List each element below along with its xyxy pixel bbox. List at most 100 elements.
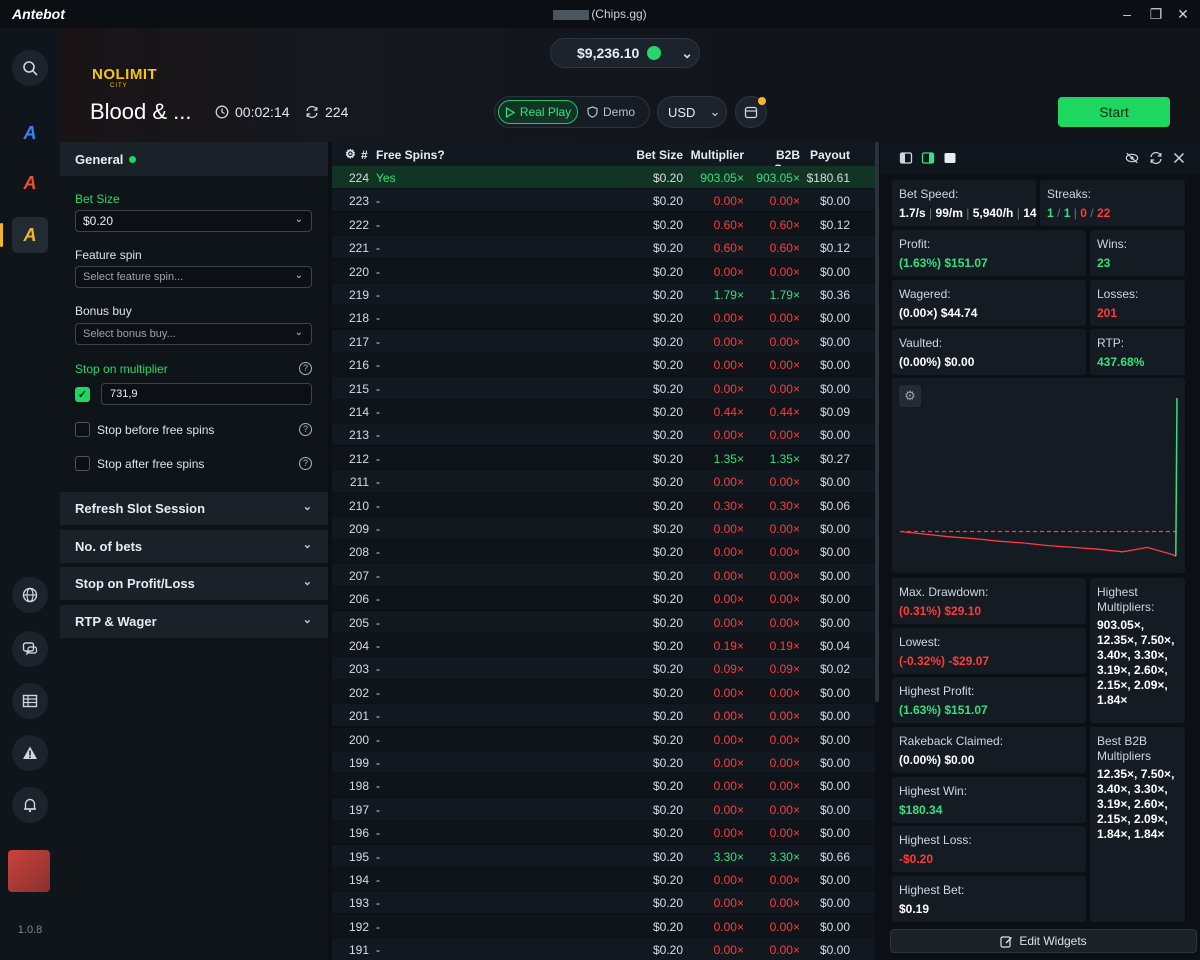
table-scrollbar[interactable] — [875, 142, 879, 702]
sidebar-app-blue-icon[interactable]: A — [14, 117, 46, 149]
provider-logo-sub: CITY — [110, 83, 128, 89]
accordion-rtp-wager[interactable]: RTP & Wager ⌄ — [60, 605, 328, 638]
table-row[interactable]: 206- $0.20 0.00× 0.00× $0.00 — [332, 587, 875, 611]
table-row[interactable]: 208- $0.20 0.00× 0.00× $0.00 — [332, 540, 875, 564]
accordion-label: No. of bets — [75, 539, 143, 554]
cell-free-spins: - — [376, 685, 380, 700]
table-row[interactable]: 216- $0.20 0.00× 0.00× $0.00 — [332, 353, 875, 377]
edit-widgets-button[interactable]: Edit Widgets — [890, 929, 1197, 953]
cell-b2b-sum: 0.00× — [769, 264, 800, 279]
help-icon[interactable]: ? — [299, 362, 312, 375]
cell-multiplier: 0.60× — [713, 241, 744, 256]
table-row[interactable]: 209- $0.20 0.00× 0.00× $0.00 — [332, 517, 875, 540]
demo-button[interactable]: Demo — [587, 105, 635, 119]
chevron-down-icon: ⌄ — [709, 104, 721, 119]
chat-button[interactable] — [12, 631, 48, 667]
close-icon[interactable] — [1172, 151, 1186, 165]
cell-multiplier: 0.00× — [713, 756, 744, 770]
table-row[interactable]: 197- $0.20 0.00× 0.00× $0.00 — [332, 797, 875, 821]
general-section-header[interactable]: General — [60, 142, 328, 176]
eye-off-icon[interactable] — [1125, 151, 1139, 165]
cell-free-spins: - — [376, 194, 380, 209]
table-row[interactable]: 207- $0.20 0.00× 0.00× $0.00 — [332, 563, 875, 587]
globe-button[interactable] — [12, 577, 48, 613]
table-row[interactable]: 202- $0.20 0.00× 0.00× $0.00 — [332, 680, 875, 704]
bet-size-select[interactable]: $0.20 ⌄ — [75, 210, 312, 232]
stop-multiplier-checkbox[interactable]: ✓ — [75, 387, 90, 402]
cell-index: 193 — [348, 896, 369, 911]
table-row[interactable]: 192- $0.20 0.00× 0.00× $0.00 — [332, 914, 875, 938]
table-row[interactable]: 220- $0.20 0.00× 0.00× $0.00 — [332, 259, 875, 283]
minimize-icon[interactable]: – — [1116, 4, 1138, 24]
search-button[interactable] — [12, 50, 48, 86]
bonus-buy-select[interactable]: Select bonus buy... ⌄ — [75, 323, 312, 345]
table-row[interactable]: 196- $0.20 0.00× 0.00× $0.00 — [332, 821, 875, 845]
refresh-icon[interactable] — [1149, 151, 1163, 165]
table-row[interactable]: 224 Yes $0.20 903.05× 903.05× $180.61 — [332, 166, 875, 189]
stop-multiplier-input[interactable]: 731,9 — [101, 383, 312, 405]
cell-free-spins: - — [376, 732, 380, 747]
cell-payout: $0.00 — [819, 194, 850, 209]
cell-index: 223 — [348, 194, 369, 209]
table-row[interactable]: 194- $0.20 0.00× 0.00× $0.00 — [332, 868, 875, 891]
warning-button[interactable] — [12, 735, 48, 771]
sidebar-app-red-icon[interactable]: A — [14, 167, 46, 199]
table-row[interactable]: 205- $0.20 0.00× 0.00× $0.00 — [332, 610, 875, 634]
table-row[interactable]: 203- $0.20 0.09× 0.09× $0.02 — [332, 657, 875, 681]
table-row[interactable]: 221- $0.20 0.60× 0.60× $0.12 — [332, 236, 875, 260]
table-row[interactable]: 223- $0.20 0.00× 0.00× $0.00 — [332, 189, 875, 213]
table-row[interactable]: 198- $0.20 0.00× 0.00× $0.00 — [332, 774, 875, 798]
highest-loss-value: -$0.20 — [899, 852, 934, 866]
stop-after-free-spins-checkbox[interactable] — [75, 456, 90, 471]
currency-select[interactable]: USD ⌄ — [657, 96, 727, 128]
vaulted-card: Vaulted: (0.00%) $0.00 — [892, 329, 1086, 375]
accordion-stop-on-profit-loss[interactable]: Stop on Profit/Loss ⌄ — [60, 567, 328, 600]
settings-gear-icon[interactable]: ⚙ — [345, 147, 356, 161]
sidebar-app-yellow-icon[interactable]: A — [12, 217, 48, 253]
table-row[interactable]: 200- $0.20 0.00× 0.00× $0.00 — [332, 727, 875, 751]
layout-full-icon[interactable] — [943, 151, 957, 165]
layout-right-icon[interactable] — [921, 151, 935, 165]
cell-bet-size: $0.20 — [652, 943, 683, 958]
feature-spin-select[interactable]: Select feature spin... ⌄ — [75, 266, 312, 288]
table-row[interactable]: 201- $0.20 0.00× 0.00× $0.00 — [332, 704, 875, 728]
table-row[interactable]: 222- $0.20 0.60× 0.60× $0.12 — [332, 212, 875, 236]
help-icon[interactable]: ? — [299, 423, 312, 436]
real-play-button[interactable]: Real Play — [498, 100, 578, 124]
layout-left-icon[interactable] — [899, 151, 913, 165]
table-row[interactable]: 219- $0.20 1.79× 1.79× $0.36 — [332, 283, 875, 306]
balance-selector[interactable]: $9,236.10 ⌄ — [550, 38, 700, 68]
accordion-refresh-slot-session[interactable]: Refresh Slot Session ⌄ — [60, 492, 328, 525]
bonus-buy-label: Bonus buy — [75, 304, 132, 318]
table-row[interactable]: 212- $0.20 1.35× 1.35× $0.27 — [332, 446, 875, 470]
table-row[interactable]: 217- $0.20 0.00× 0.00× $0.00 — [332, 329, 875, 353]
start-button[interactable]: Start — [1058, 97, 1170, 127]
restore-icon[interactable]: ❐ — [1145, 4, 1167, 24]
table-row[interactable]: 204- $0.20 0.19× 0.19× $0.04 — [332, 634, 875, 657]
table-row[interactable]: 199- $0.20 0.00× 0.00× $0.00 — [332, 751, 875, 774]
table-row[interactable]: 210- $0.20 0.30× 0.30× $0.06 — [332, 493, 875, 517]
table-row[interactable]: 214- $0.20 0.44× 0.44× $0.09 — [332, 400, 875, 423]
notifications-button[interactable] — [12, 787, 48, 823]
table-row[interactable]: 213- $0.20 0.00× 0.00× $0.00 — [332, 423, 875, 447]
cell-bet-size: $0.20 — [652, 709, 683, 724]
table-button[interactable] — [12, 683, 48, 719]
avatar[interactable] — [8, 850, 50, 892]
table-row[interactable]: 191- $0.20 0.00× 0.00× $0.00 — [332, 938, 875, 960]
table-row[interactable]: 195- $0.20 3.30× 3.30× $0.66 — [332, 844, 875, 868]
cell-multiplier: 0.00× — [713, 194, 744, 209]
table-row[interactable]: 211- $0.20 0.00× 0.00× $0.00 — [332, 470, 875, 494]
close-window-icon[interactable]: ✕ — [1172, 4, 1194, 24]
col-header-bet-size: Bet Size — [636, 148, 683, 162]
calendar-button[interactable] — [735, 96, 767, 128]
max-drawdown-value: (0.31%) $29.10 — [899, 604, 982, 618]
stop-before-free-spins-checkbox[interactable] — [75, 422, 90, 437]
table-row[interactable]: 215- $0.20 0.00× 0.00× $0.00 — [332, 376, 875, 400]
accordion-no-of-bets[interactable]: No. of bets ⌄ — [60, 530, 328, 563]
max-drawdown-label: Max. Drawdown: — [899, 585, 989, 599]
help-icon[interactable]: ? — [299, 457, 312, 470]
cell-payout: $0.00 — [819, 428, 850, 443]
cell-multiplier: 0.09× — [713, 662, 744, 677]
table-row[interactable]: 193- $0.20 0.00× 0.00× $0.00 — [332, 891, 875, 915]
table-row[interactable]: 218- $0.20 0.00× 0.00× $0.00 — [332, 306, 875, 330]
